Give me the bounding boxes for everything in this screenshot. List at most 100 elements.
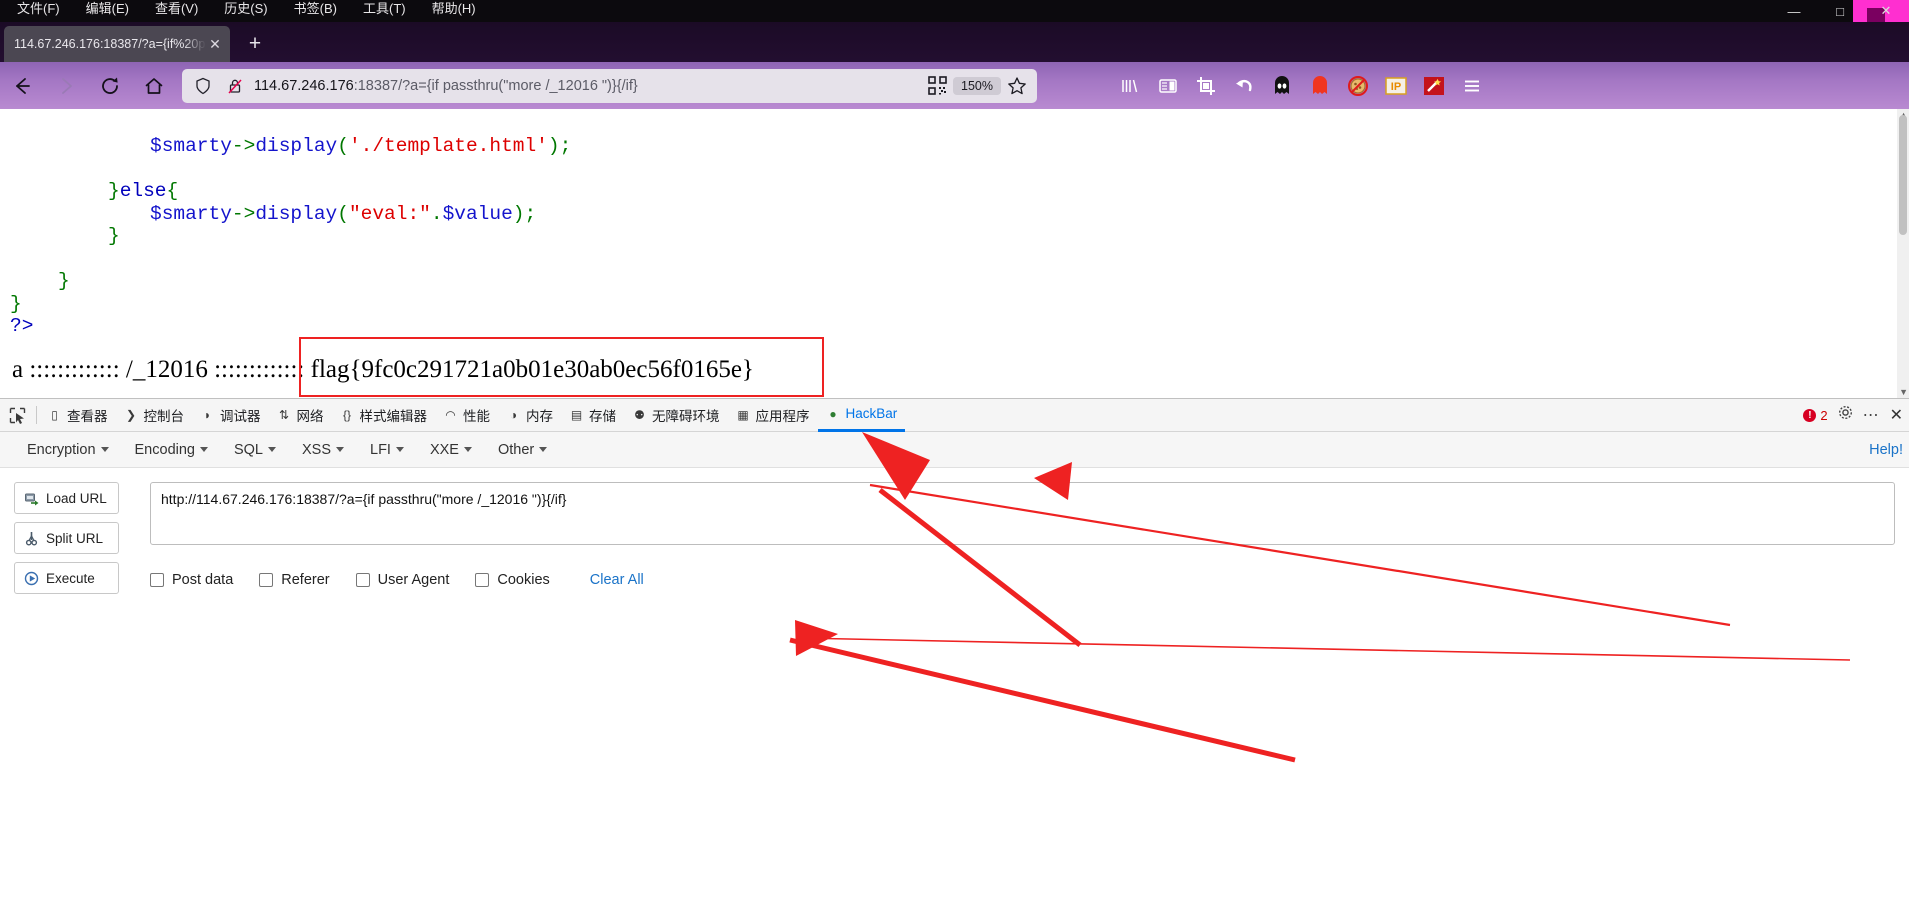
extension-toolbar: IP [1111, 70, 1491, 102]
library-icon[interactable] [1111, 70, 1149, 102]
hackbar-menu-xxe[interactable]: XXE [417, 442, 485, 458]
close-icon[interactable]: ✕ [1890, 405, 1903, 425]
more-icon[interactable]: ⋯ [1863, 405, 1880, 425]
browser-tab[interactable]: 114.67.246.176:18387/?a={if%20p ✕ [4, 26, 230, 62]
execute-button[interactable]: Execute [14, 562, 119, 594]
hackbar-menu-encoding[interactable]: Encoding [122, 442, 221, 458]
crop-icon[interactable] [1187, 70, 1225, 102]
menu-item-bookmarks[interactable]: 书签(B) [281, 0, 350, 20]
devtools-tab-11[interactable]: ● HackBar [817, 399, 906, 432]
new-tab-button[interactable]: + [238, 27, 272, 61]
devtools-tab-3[interactable]: ◗ 调试器 [192, 399, 269, 432]
devtools-tab-5[interactable]: {} 样式编辑器 [332, 399, 436, 432]
maximize-button[interactable]: □ [1817, 0, 1863, 22]
storage-icon: ▤ [570, 408, 583, 422]
url-bar[interactable]: 114.67.246.176:18387/?a={if passthru("mo… [182, 68, 1037, 103]
referer-checkbox[interactable]: Referer [259, 572, 330, 588]
post-data-box[interactable] [150, 573, 164, 587]
scroll-down-arrow[interactable]: ▼ [1899, 387, 1908, 397]
menu-item-file[interactable]: 文件(F) [4, 0, 73, 20]
chevron-down-icon [395, 447, 404, 452]
forward-button[interactable] [44, 69, 88, 103]
home-button[interactable] [132, 69, 176, 103]
code-line: $smarty->display("eval:".$value); [0, 203, 1909, 226]
devtools-tab-10[interactable]: ▦ 应用程序 [728, 399, 818, 432]
scrollbar-thumb[interactable] [1899, 115, 1907, 235]
red-ghost-icon[interactable] [1301, 70, 1339, 102]
devtools-tab-8[interactable]: ▤ 存储 [561, 399, 624, 432]
code-line: ?> [0, 315, 1909, 338]
devtools-tab-6[interactable]: ◠ 性能 [435, 399, 498, 432]
execute-icon [24, 571, 39, 585]
hackbar-request-area: Post data Referer User Agent Cookies C [119, 482, 1909, 594]
magic-wand-icon[interactable] [1415, 70, 1453, 102]
hackbar-menu-other[interactable]: Other [485, 442, 560, 458]
post-data-label: Post data [172, 572, 234, 588]
zoom-level-badge[interactable]: 150% [953, 76, 1001, 95]
user-agent-box[interactable] [355, 573, 370, 587]
close-button[interactable]: ✕ [1863, 0, 1909, 22]
undo-icon[interactable] [1225, 70, 1263, 102]
svg-text:IP: IP [1391, 81, 1401, 93]
devtools-tab-7[interactable]: ◑ 内存 [498, 399, 561, 432]
devtools-tab-label: 调试器 [220, 409, 261, 424]
no-cookie-icon[interactable] [1339, 70, 1377, 102]
hackbar-menu-encryption[interactable]: Encryption [14, 442, 122, 458]
error-count-label: 2 [1820, 407, 1828, 423]
hackbar-menu-label: Encoding [134, 441, 195, 458]
split-url-button[interactable]: Split URL [14, 522, 119, 554]
devtools-tab-bar: ▯ 查看器 ❯ 控制台 ◗ 调试器 ⇅ 网络 {} 样式编辑器 ◠ 性能 ◑ 内存 ▤ 存储 ⚉ 无障碍环境 ▦ 应用… [0, 399, 1909, 432]
tab-close-icon[interactable]: ✕ [206, 36, 224, 53]
post-data-checkbox[interactable]: Post data [150, 572, 233, 588]
hackbar-action-buttons: Load URL Split URL Execute [14, 482, 119, 594]
back-button[interactable] [0, 69, 44, 103]
hackbar-menu-lfi[interactable]: LFI [357, 442, 417, 458]
referer-box[interactable] [259, 573, 274, 587]
menu-item-edit[interactable]: 编辑(E) [73, 0, 142, 20]
hamburger-menu-icon[interactable] [1453, 70, 1491, 102]
hackbar-menu-sql[interactable]: SQL [221, 442, 289, 458]
devtools-tab-label: HackBar [845, 406, 898, 421]
hackbar-url-input[interactable] [150, 482, 1895, 545]
cookies-checkbox[interactable]: Cookies [475, 572, 550, 588]
gear-icon[interactable] [1838, 405, 1853, 425]
error-count-badge[interactable]: ! 2 [1803, 407, 1828, 423]
hackbar-help-link[interactable]: Help! [1869, 442, 1903, 458]
menu-item-view[interactable]: 查看(V) [142, 0, 211, 20]
back-arrow-icon [16, 77, 30, 94]
inspector-icon: ▯ [51, 408, 58, 422]
black-ghost-icon[interactable] [1263, 70, 1301, 102]
network-icon: ⇅ [278, 408, 290, 422]
devtools-tab-label: 网络 [296, 409, 324, 424]
menu-item-help[interactable]: 帮助(H) [419, 0, 489, 20]
ip-icon[interactable]: IP [1377, 70, 1415, 102]
devtools-tab-label: 查看器 [67, 409, 108, 424]
star-icon[interactable] [1007, 76, 1031, 96]
load-url-button[interactable]: Load URL [14, 482, 119, 514]
cookies-box[interactable] [475, 573, 490, 587]
red-ghost-glyph [1313, 75, 1327, 94]
load-url-icon [25, 493, 39, 505]
shield-icon[interactable] [194, 77, 212, 95]
clear-all-link[interactable]: Clear All [590, 572, 644, 588]
reload-button[interactable] [88, 69, 132, 103]
devtools-tab-2[interactable]: ❯ 控制台 [116, 399, 193, 432]
code-token: display [255, 135, 338, 157]
devtools-tab-1[interactable]: ▯ 查看器 [39, 399, 116, 432]
devtools-tab-4[interactable]: ⇅ 网络 [269, 399, 332, 432]
no-cookie-glyph [1348, 75, 1368, 96]
menu-item-tools[interactable]: 工具(T) [350, 0, 419, 20]
page-scrollbar[interactable]: ▲ ▼ [1897, 109, 1909, 398]
menu-item-history[interactable]: 历史(S) [211, 0, 280, 20]
user-agent-checkbox[interactable]: User Agent [355, 572, 450, 588]
hackbar-body: Load URL Split URL Execute http://114.67… [0, 468, 1909, 594]
qr-code-icon[interactable] [928, 76, 947, 95]
sidebar-icon[interactable] [1149, 70, 1187, 102]
element-picker-icon[interactable] [0, 407, 34, 424]
tab-strip: 114.67.246.176:18387/?a={if%20p ✕ + [0, 22, 1909, 62]
minimize-button[interactable]: — [1771, 0, 1817, 22]
lock-broken-icon[interactable] [226, 77, 244, 95]
user-agent-label: User Agent [377, 572, 450, 588]
hackbar-menu-xss[interactable]: XSS [289, 442, 357, 458]
devtools-tab-9[interactable]: ⚉ 无障碍环境 [624, 399, 728, 432]
